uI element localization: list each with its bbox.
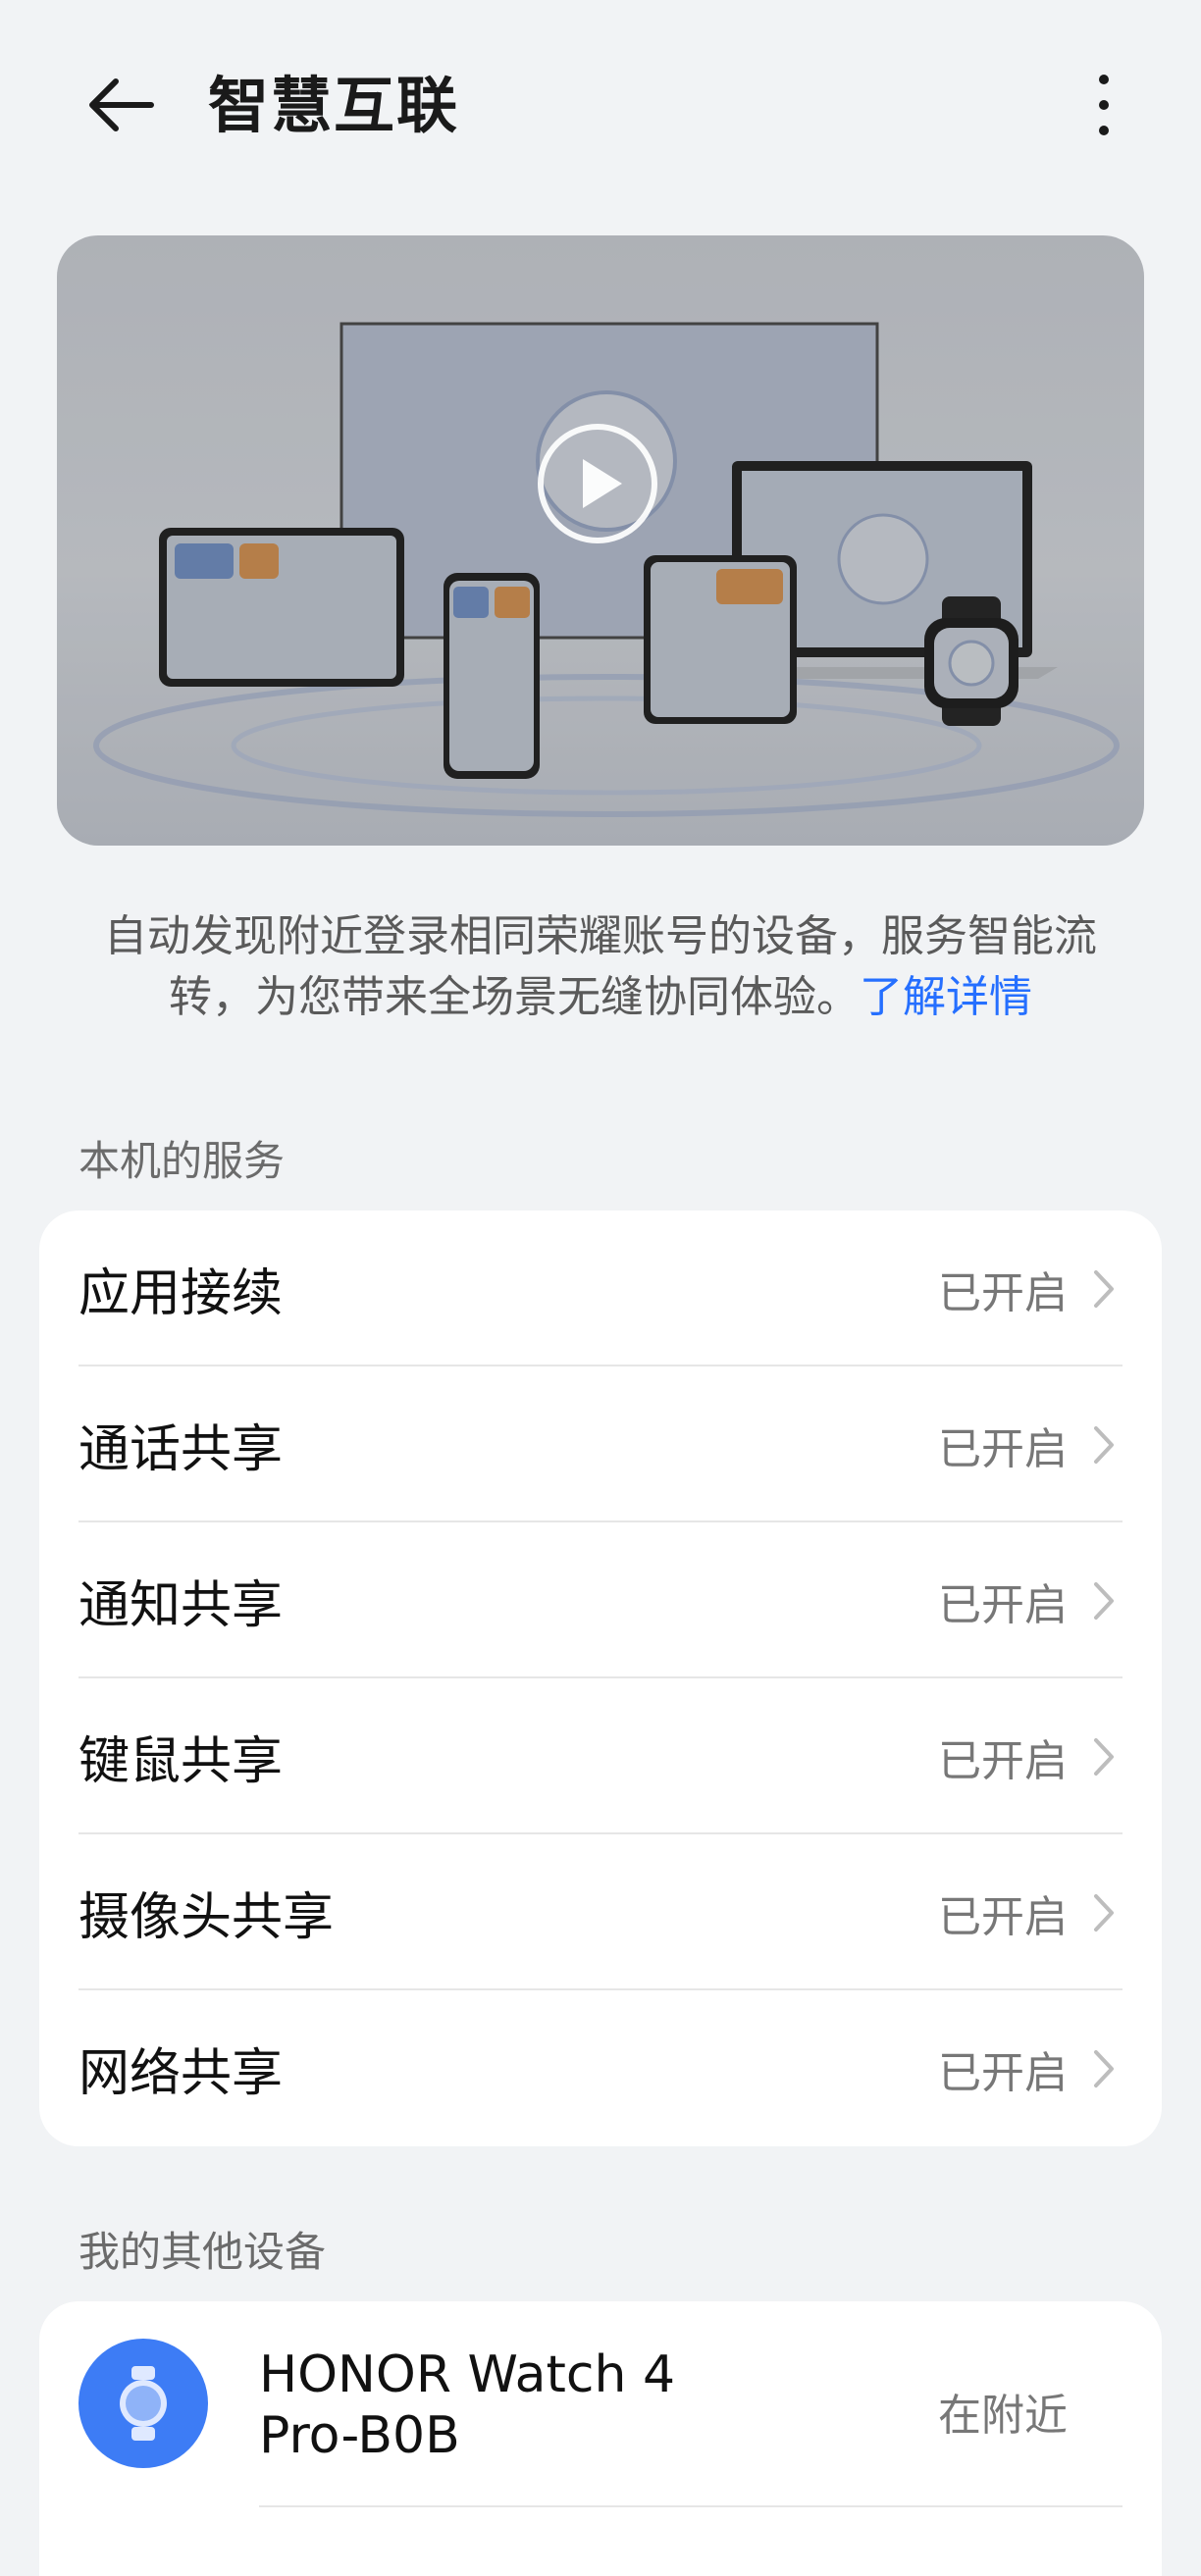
play-icon <box>583 459 622 508</box>
service-row-app-continuation[interactable]: 应用接续 已开启 <box>39 1211 1162 1366</box>
other-devices-card: HONOR Watch 4 Pro-B0B 在附近 <box>39 2301 1162 2576</box>
service-label: 应用接续 <box>78 1264 284 1323</box>
top-bar: 智慧互联 <box>0 0 1201 211</box>
service-row-keyboard-mouse-sharing[interactable]: 键鼠共享 已开启 <box>39 1678 1162 1834</box>
chevron-right-icon <box>1094 2050 1114 2087</box>
chevron-right-icon <box>1094 1894 1114 1932</box>
more-vertical-icon <box>1099 75 1109 84</box>
chevron-right-icon <box>1094 1582 1114 1620</box>
intro-video-banner[interactable] <box>57 235 1144 846</box>
section-title-other-devices: 我的其他设备 <box>78 2228 327 2276</box>
play-button[interactable] <box>538 424 657 543</box>
section-title-local-services: 本机的服务 <box>78 1137 286 1185</box>
device-name: HONOR Watch 4 Pro-B0B <box>259 2345 676 2465</box>
device-status: 在附近 <box>938 2391 1068 2441</box>
service-status: 已开启 <box>938 2047 1068 2098</box>
device-avatar <box>78 2339 208 2468</box>
chevron-right-icon <box>1094 1426 1114 1464</box>
chevron-right-icon <box>1094 1738 1114 1776</box>
service-row-notification-sharing[interactable]: 通知共享 已开启 <box>39 1522 1162 1678</box>
arrow-left-icon <box>89 78 154 131</box>
learn-more-link[interactable]: 了解详情 <box>860 972 1032 1022</box>
service-row-network-sharing[interactable]: 网络共享 已开启 <box>39 1990 1162 2146</box>
device-row-honor-watch[interactable]: HONOR Watch 4 Pro-B0B 在附近 <box>39 2301 1162 2507</box>
service-label: 网络共享 <box>78 2044 284 2103</box>
page-title: 智慧互联 <box>208 70 460 141</box>
more-options-button[interactable] <box>1065 61 1143 149</box>
service-status: 已开启 <box>938 1891 1068 1942</box>
watch-icon <box>120 2366 167 2441</box>
service-label: 摄像头共享 <box>78 1888 335 1947</box>
back-button[interactable] <box>77 61 165 149</box>
service-status: 已开启 <box>938 1579 1068 1630</box>
chevron-right-icon <box>1094 1270 1114 1308</box>
service-row-call-sharing[interactable]: 通话共享 已开启 <box>39 1366 1162 1522</box>
local-services-card: 应用接续 已开启 通话共享 已开启 通知共享 已开启 键鼠共享 已开启 摄像头共… <box>39 1211 1162 2146</box>
service-status: 已开启 <box>938 1735 1068 1786</box>
service-status: 已开启 <box>938 1267 1068 1318</box>
service-label: 通话共享 <box>78 1420 284 1479</box>
service-label: 通知共享 <box>78 1576 284 1635</box>
service-label: 键鼠共享 <box>78 1732 284 1791</box>
service-row-camera-sharing[interactable]: 摄像头共享 已开启 <box>39 1834 1162 1990</box>
service-status: 已开启 <box>938 1423 1068 1474</box>
feature-description: 自动发现附近登录相同荣耀账号的设备，服务智能流转，为您带来全场景无缝协同体验。了… <box>69 906 1132 1028</box>
